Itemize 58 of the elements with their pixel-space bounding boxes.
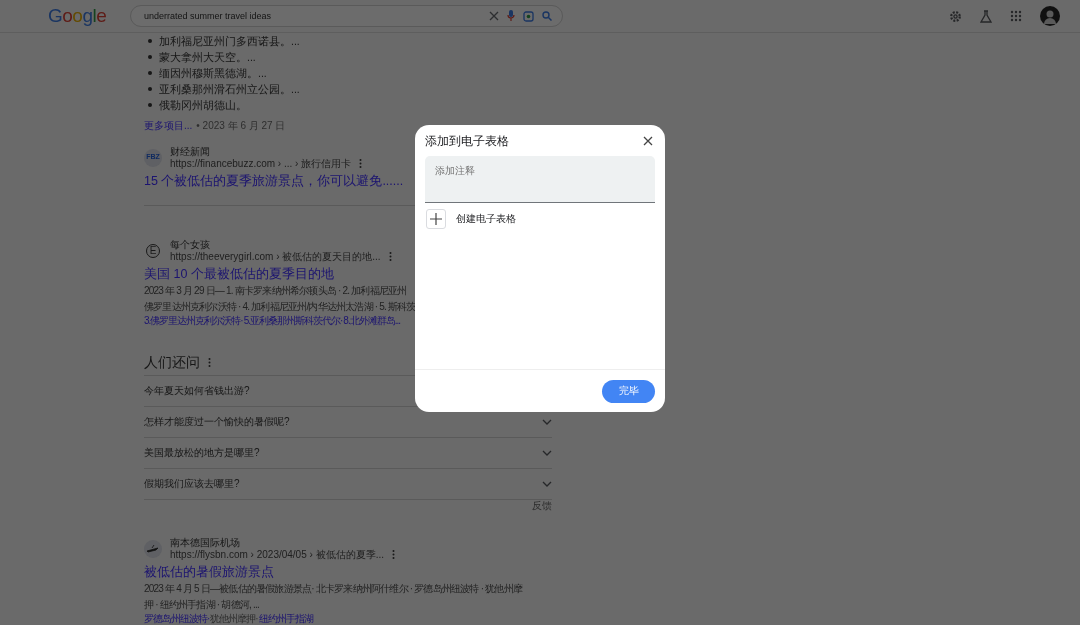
section-heading: 人们还问 <box>144 353 200 371</box>
done-button[interactable]: 完毕 <box>602 379 655 403</box>
apps-grid-icon[interactable] <box>1010 10 1022 22</box>
question-text[interactable]: 美国最放松的地方是哪里? <box>144 447 260 459</box>
bullet-icon <box>148 39 152 43</box>
plus-icon <box>430 213 442 226</box>
flask-icon[interactable] <box>980 9 992 23</box>
more-options-icon[interactable] <box>391 550 395 559</box>
site-name: 每个女孩 <box>170 239 211 251</box>
url-text: https://flysbn.com › 2023/04/05 › 被低估的夏季... <box>170 549 384 560</box>
close-button[interactable] <box>643 136 653 147</box>
bullet-icon <box>148 103 152 107</box>
close-icon <box>643 136 653 147</box>
result-title-link[interactable]: 美国 10 个最被低估的夏季目的地 <box>144 265 334 283</box>
note-field[interactable]: 添加注释 <box>425 156 655 204</box>
snippet-text: 押 · 纽约州手指湖 · 胡德河, ... <box>144 598 260 612</box>
search-icon[interactable] <box>542 11 552 21</box>
list-item-text: 缅因州穆斯黑德湖。... <box>159 66 267 81</box>
sitelink[interactable]: 罗德岛州纽波特· <box>144 613 210 625</box>
more-options-icon[interactable] <box>208 357 211 367</box>
result-title-link[interactable]: 被低估的暑假旅游景点 <box>144 563 274 581</box>
microphone-icon[interactable] <box>507 10 515 22</box>
more-options-icon[interactable] <box>388 252 392 261</box>
chevron-down-icon[interactable] <box>542 481 552 487</box>
list-item-text: 俄勒冈州胡德山。 <box>159 98 247 113</box>
create-spreadsheet-label[interactable]: 创建电子表格 <box>456 213 516 226</box>
clear-icon[interactable] <box>489 11 499 21</box>
url-text: https://theeverygirl.com › 被低估的夏天目的地... <box>170 251 381 262</box>
sitelink[interactable]: 纽约州手指湖 <box>258 613 313 625</box>
bullet-icon <box>148 71 152 75</box>
site-favicon: E <box>146 243 160 258</box>
google-logo[interactable]: Google <box>48 5 130 27</box>
question-text[interactable]: 今年夏天如何省钱出游? <box>144 385 250 397</box>
dialog-title: 添加到电子表格 <box>425 134 509 149</box>
search-field[interactable]: underrated summer travel ideas <box>144 10 481 22</box>
add-button[interactable] <box>426 209 446 230</box>
airplane-icon <box>144 539 162 558</box>
gear-icon[interactable] <box>949 9 962 23</box>
site-name: 财经新闻 <box>170 146 211 158</box>
camera-icon[interactable] <box>523 10 534 22</box>
sitelink[interactable]: 3.佛罗里达州克利尔沃特· <box>144 315 243 327</box>
result-title-link[interactable]: 15 个被低估的夏季旅游景点，你可以避免...... <box>144 172 404 190</box>
more-options-icon[interactable] <box>359 159 363 168</box>
chevron-down-icon[interactable] <box>542 450 552 456</box>
search-bar[interactable]: underrated summer travel ideas <box>130 5 563 27</box>
more-items-link[interactable]: 更多项目... <box>144 120 193 132</box>
site-name: 南本德国际机场 <box>170 537 241 549</box>
bullet-icon <box>148 55 152 59</box>
url-text: https://financebuzz.com › ... › 旅行信用卡 <box>170 158 352 169</box>
question-text[interactable]: 假期我们应该去哪里? <box>144 478 240 490</box>
sitelink[interactable]: 5.亚利桑那州斯科茨代尔· <box>243 315 343 327</box>
bullet-icon <box>148 87 152 91</box>
sitelink[interactable]: 8.北外滩群岛... <box>343 315 401 327</box>
list-item-text: 蒙大拿州大天空。... <box>159 50 256 65</box>
chevron-down-icon[interactable] <box>542 419 552 425</box>
list-item-text: 加利福尼亚州门多西诺县。... <box>159 34 300 49</box>
list-item-text: 亚利桑那州滑石州立公园。... <box>159 82 300 97</box>
avatar-icon[interactable] <box>1040 6 1060 26</box>
